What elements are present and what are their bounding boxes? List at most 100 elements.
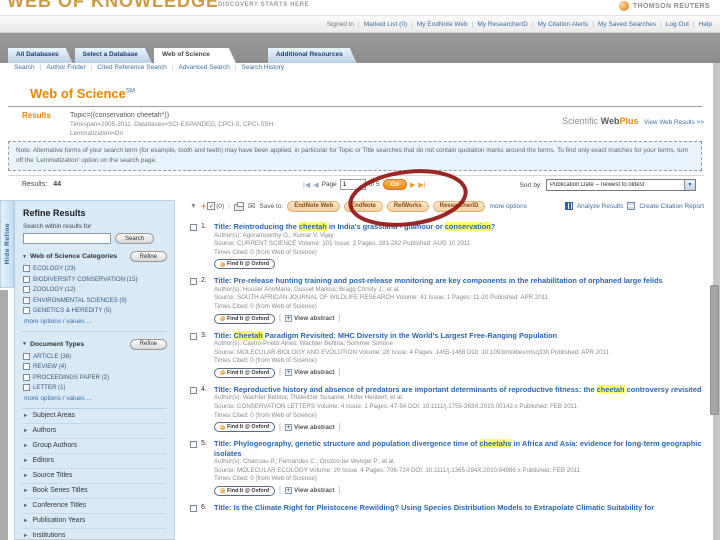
result-checkbox[interactable] [190, 441, 197, 449]
view-abstract-link[interactable]: + View abstract [285, 369, 335, 377]
subnav-author-finder[interactable]: Author Finder [46, 64, 85, 71]
view-abstract-link[interactable]: + View abstract [285, 315, 335, 323]
last-page-icon[interactable]: ▶| [418, 181, 425, 189]
find-it-button[interactable]: Find It @ Oxford [214, 422, 276, 433]
page-right-margin [710, 63, 720, 540]
result-title-link[interactable]: Title: Pre-release hunting training and … [214, 276, 706, 286]
go-button[interactable]: Go [382, 179, 407, 190]
result-checkbox[interactable] [190, 504, 197, 512]
view-abstract-link[interactable]: + View abstract [285, 423, 335, 431]
hide-refine-tab[interactable]: Hide Refine [0, 200, 14, 288]
save-to-refworks-button[interactable]: RefWorks [386, 200, 429, 212]
result-title-link[interactable]: Title: Is the Climate Right for Pleistoc… [214, 503, 706, 513]
marked-count: (0) [216, 202, 225, 210]
refine-section-institutions[interactable]: ► Institutions [22, 527, 167, 539]
page-number-input[interactable] [339, 179, 366, 190]
filter-checkbox[interactable] [23, 286, 30, 293]
more-options-link[interactable]: more options [489, 203, 527, 210]
view-abstract-link[interactable]: + View abstract [285, 487, 335, 495]
refine-section-editors[interactable]: ► Editors [22, 452, 167, 468]
create-citation-report-link[interactable]: Create Citation Report [639, 203, 704, 210]
analyze-results-icon [564, 202, 573, 210]
tab-select-a-database[interactable]: Select a Database [75, 48, 152, 63]
result-authors: Author(s): Wachter Bettina; Thalwitzer S… [214, 394, 404, 402]
collapse-arrow-icon[interactable]: ▼ [22, 254, 27, 260]
utility-link-signed-in[interactable]: Signed In [327, 21, 354, 28]
result-title-link[interactable]: Title: Cheetah Paradigm Revisited: MHC D… [214, 330, 706, 341]
sfx-icon [220, 488, 225, 494]
subnav-search-history[interactable]: Search History [242, 64, 285, 71]
filter-checkbox[interactable] [23, 296, 30, 304]
print-icon[interactable] [233, 201, 244, 211]
refine-section-source-titles[interactable]: ► Source Titles [22, 467, 167, 483]
result-title-link[interactable]: Title: Reproductive history and absence … [214, 384, 706, 395]
refine-button[interactable]: Refine [129, 338, 167, 350]
result-times-cited: Times Cited: 0 (from Web of Science) [214, 475, 317, 483]
more-options-values-link[interactable]: more options / values ... [24, 395, 167, 402]
add-to-marked-list-button[interactable]: + ✓ (0) [201, 201, 224, 211]
sort-select[interactable]: Publication Date -- newest to oldest ▼ [546, 179, 696, 191]
refine-section-subject-areas[interactable]: ► Subject Areas [22, 407, 167, 423]
search-within-input[interactable] [23, 233, 111, 244]
refine-section-authors[interactable]: ► Authors [22, 422, 167, 438]
tab-all-databases[interactable]: All Databases [8, 48, 73, 63]
result-checkbox[interactable] [190, 224, 197, 231]
analyze-results-link[interactable]: Analyze Results [577, 203, 624, 210]
email-icon[interactable]: ✉ [248, 201, 256, 211]
refine-section-conference-titles[interactable]: ► Conference Titles [22, 497, 167, 513]
refine-button[interactable]: Refine [129, 251, 167, 262]
first-page-icon[interactable]: |◀ [303, 181, 310, 189]
result-title-link[interactable]: Title: Phylogeography, genetic structure… [214, 439, 706, 458]
page-left-margin [0, 290, 8, 540]
result-checkbox[interactable] [190, 278, 197, 286]
next-page-icon[interactable]: ▶ [410, 181, 415, 189]
filter-checkbox[interactable] [23, 384, 30, 391]
tab-additional-resources[interactable]: Additional Resources [268, 48, 357, 63]
previous-page-icon[interactable]: ◀ [313, 181, 318, 189]
collapse-arrow-icon[interactable]: ▼ [22, 341, 27, 347]
sfx-icon [220, 316, 225, 322]
result-number: 6. [201, 503, 207, 511]
find-it-button[interactable]: Find It @ Oxford [214, 367, 276, 378]
refine-section-publication-years[interactable]: ► Publication Years [22, 512, 167, 528]
divider: | [592, 21, 594, 28]
find-it-button[interactable]: Find It @ Oxford [214, 485, 276, 496]
subnav-cited-reference-search[interactable]: Cited Reference Search [97, 64, 166, 71]
refine-section-book-series-titles[interactable]: ► Book Series Titles [22, 482, 167, 498]
find-it-button[interactable]: Find It @ Oxford [214, 313, 276, 324]
utility-link-my-citation-alerts[interactable]: My Citation Alerts [538, 21, 589, 28]
filter-checkbox[interactable] [23, 265, 30, 272]
utility-link-my-researcherid[interactable]: My ResearcherID [477, 21, 528, 28]
utility-link-help[interactable]: Help [699, 21, 712, 28]
subnav-search[interactable]: Search [14, 64, 35, 71]
save-to-endnote-button[interactable]: EndNote [344, 200, 383, 212]
save-to-researcherid-button[interactable]: ResearcherID [432, 200, 486, 212]
utility-link-my-saved-searches[interactable]: My Saved Searches [598, 21, 656, 28]
filter-checkbox[interactable] [23, 363, 30, 370]
result-checkbox[interactable] [190, 386, 197, 394]
refine-groups: ▼ Web of Science Categories Refine ECOLOGY … [22, 251, 167, 402]
utility-link-marked-list-0[interactable]: Marked List (0) [364, 21, 407, 28]
sfx-icon [220, 424, 225, 430]
refine-group-document-types: ▼ Document Types Refine ARTICLE (38) REVIEW … [22, 338, 167, 402]
view-web-results-link[interactable]: View Web Results >> [644, 119, 704, 126]
filter-checkbox[interactable] [23, 307, 30, 314]
scrollbar-thumb[interactable] [710, 285, 719, 415]
find-it-button[interactable]: Find It @ Oxford [214, 259, 276, 270]
subnav-advanced-search[interactable]: Advanced Search [178, 64, 229, 71]
filter-checkbox[interactable] [23, 275, 30, 283]
tab-web-of-science[interactable]: Web of Science [154, 48, 236, 63]
select-records-dropdown-icon[interactable]: ▼ [190, 203, 197, 210]
more-options-values-link[interactable]: more options / values ... [24, 318, 167, 325]
refine-section-group-authors[interactable]: ► Group Authors [22, 437, 167, 453]
search-subnav: Search | Author Finder | Cited Reference Sea… [14, 64, 284, 71]
save-to-endnote-web-button[interactable]: EndNote Web [287, 200, 341, 212]
sort-selected-value: Publication Date -- newest to oldest [550, 182, 645, 188]
filter-checkbox[interactable] [23, 352, 30, 360]
search-within-button[interactable]: Search [115, 233, 155, 244]
utility-link-my-endnote-web[interactable]: My EndNote Web [417, 21, 468, 28]
result-title-link[interactable]: Title: Reintroducing the cheetah in Indi… [214, 222, 706, 232]
utility-link-log-out[interactable]: Log Out [666, 21, 689, 28]
filter-checkbox[interactable] [23, 373, 30, 381]
result-checkbox[interactable] [190, 332, 197, 340]
